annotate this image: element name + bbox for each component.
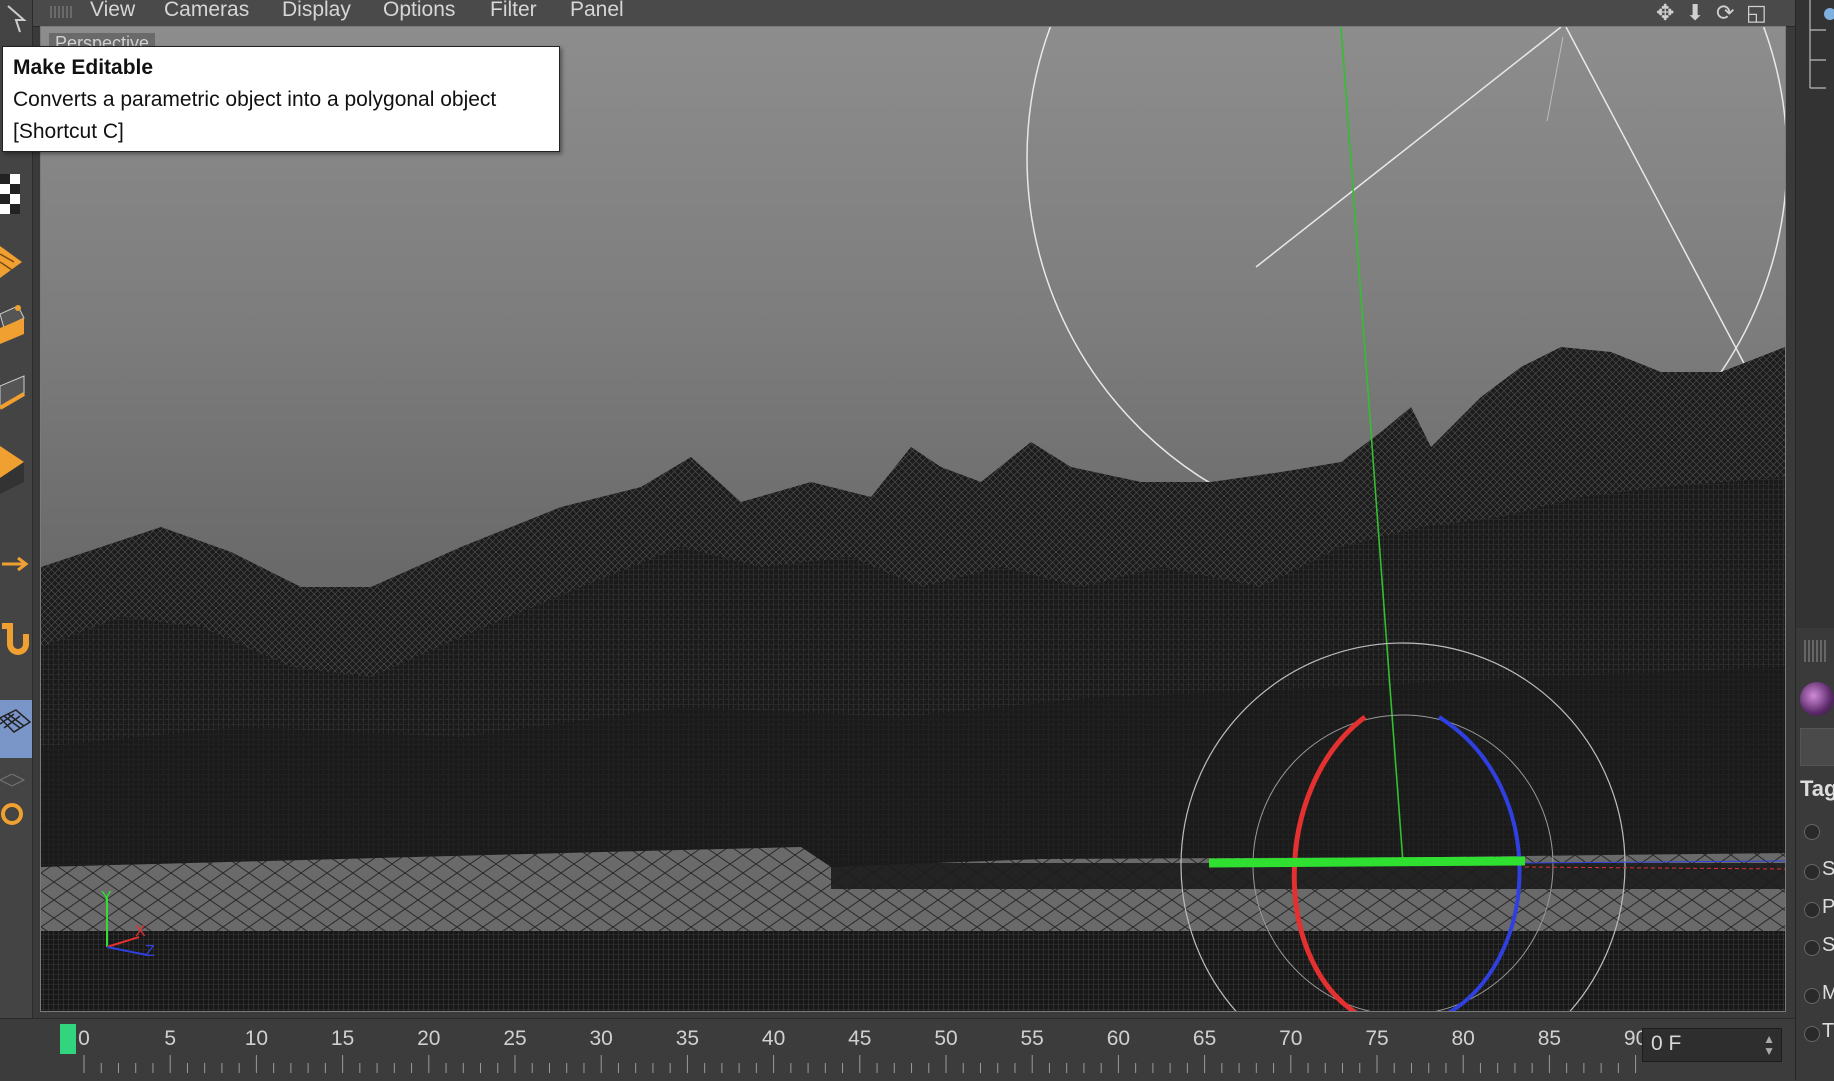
toggle-view-icon[interactable]: ◱ [1746,0,1767,26]
current-frame-field[interactable]: 0 F ▲ ▼ [1642,1028,1782,1062]
zoom-view-icon[interactable]: ⬇ [1686,0,1704,26]
menubar-grip[interactable] [50,6,72,18]
axis-label-x: X [135,923,146,940]
material-preview-icon[interactable] [1800,682,1834,716]
timeline-tick-label: 0 [78,1027,90,1050]
axis-label-z: Z [145,943,155,960]
polygon-mesh-icon[interactable] [0,232,32,290]
timeline-tick-label: 10 [244,1027,269,1050]
workplane-icon[interactable] [0,700,32,758]
tooltip-shortcut: [Shortcut C] [13,120,124,143]
timeline-tick-label: 30 [589,1027,613,1050]
menu-filter[interactable]: Filter [490,0,537,22]
make-editable-tooltip: Make Editable Converts a parametric obje… [2,46,560,152]
right-attributes-panel: Tag S P S M T [1795,0,1834,1080]
attr-radio-1[interactable] [1804,824,1820,840]
tooltip-title: Make Editable [13,56,154,79]
menu-options[interactable]: Options [383,0,455,22]
timeline-tick-label: 85 [1537,1027,1562,1050]
attr-letter-3: P [1822,896,1834,918]
ground-floor-near [41,931,1785,1011]
timeline-tick-label: 45 [848,1027,872,1050]
axis-tool-icon[interactable] [0,534,32,592]
attr-radio-5[interactable] [1804,988,1820,1004]
timeline-playhead[interactable] [60,1024,76,1054]
tool-select-icon[interactable] [0,0,32,40]
attribute-field[interactable] [1800,728,1834,766]
timeline-tick-label: 20 [417,1027,441,1050]
snap-magnet-icon[interactable] [0,614,32,672]
timeline-tick-label: 80 [1451,1027,1475,1050]
viewport-scene [41,27,1785,1011]
move-view-icon[interactable]: ✥ [1656,0,1674,26]
object-manager-strip [1796,0,1834,628]
menu-display[interactable]: Display [282,0,351,22]
timeline-tick-label: 55 [1020,1027,1044,1050]
tooltip-description: Converts a parametric object into a poly… [13,88,497,111]
points-mode-icon[interactable] [0,298,32,356]
attr-radio-6[interactable] [1804,1026,1820,1042]
attr-radio-3[interactable] [1804,902,1820,918]
timeline-tick-label: 25 [503,1027,527,1050]
current-frame-value: 0 F [1651,1032,1682,1055]
attr-letter-4: S [1822,934,1834,956]
timeline-tick-label: 50 [934,1027,958,1050]
axis-label-y: Y [101,889,112,906]
polygons-mode-icon[interactable] [0,438,32,496]
rotate-view-icon[interactable]: ⟳ [1716,0,1734,26]
3d-viewport[interactable]: Y X Z Perspective [40,26,1786,1012]
timeline-tick-label: 60 [1106,1027,1131,1050]
checker-texture-icon[interactable] [0,168,32,226]
timeline-tick-label: 70 [1279,1027,1303,1050]
ground-shadow-band [831,863,1785,889]
hierarchy-lines-icon [1809,0,1834,89]
timeline-tick-label: 75 [1365,1027,1389,1050]
tag-tab-label[interactable]: Tag [1800,776,1834,802]
attr-letter-6: T [1822,1020,1834,1042]
attr-radio-2[interactable] [1804,864,1820,880]
attr-letter-5: M [1822,982,1834,1004]
left-toolbar [0,0,33,1018]
panel-grip[interactable] [1804,640,1826,662]
timeline-tick-label: 65 [1192,1027,1217,1050]
edges-mode-icon[interactable] [0,368,32,426]
menu-panel[interactable]: Panel [570,0,624,22]
loop-tool-icon[interactable] [0,774,32,832]
attr-letter-2: S [1822,858,1834,880]
timeline-tick-label: 15 [330,1027,355,1050]
timeline-tick-label: 40 [761,1027,786,1050]
menu-cameras[interactable]: Cameras [164,0,249,22]
timeline-tick-label: 5 [164,1027,177,1050]
viewport-menubar: View Cameras Display Options Filter Pane… [0,0,1834,27]
menu-view[interactable]: View [90,0,135,22]
timeline-ruler[interactable]: 0 5 10 15 20 25 30 35 40 45 50 55 60 65 70 75 80 85 90 [54,1027,1647,1075]
timeline-tick-label: 35 [675,1027,700,1050]
attr-radio-4[interactable] [1804,940,1820,956]
frame-stepper-icon[interactable]: ▲ ▼ [1763,1033,1775,1057]
timeline-bar: 0 5 10 15 20 25 30 35 40 45 50 55 60 65 70 75 80 85 90 [0,1018,1795,1081]
